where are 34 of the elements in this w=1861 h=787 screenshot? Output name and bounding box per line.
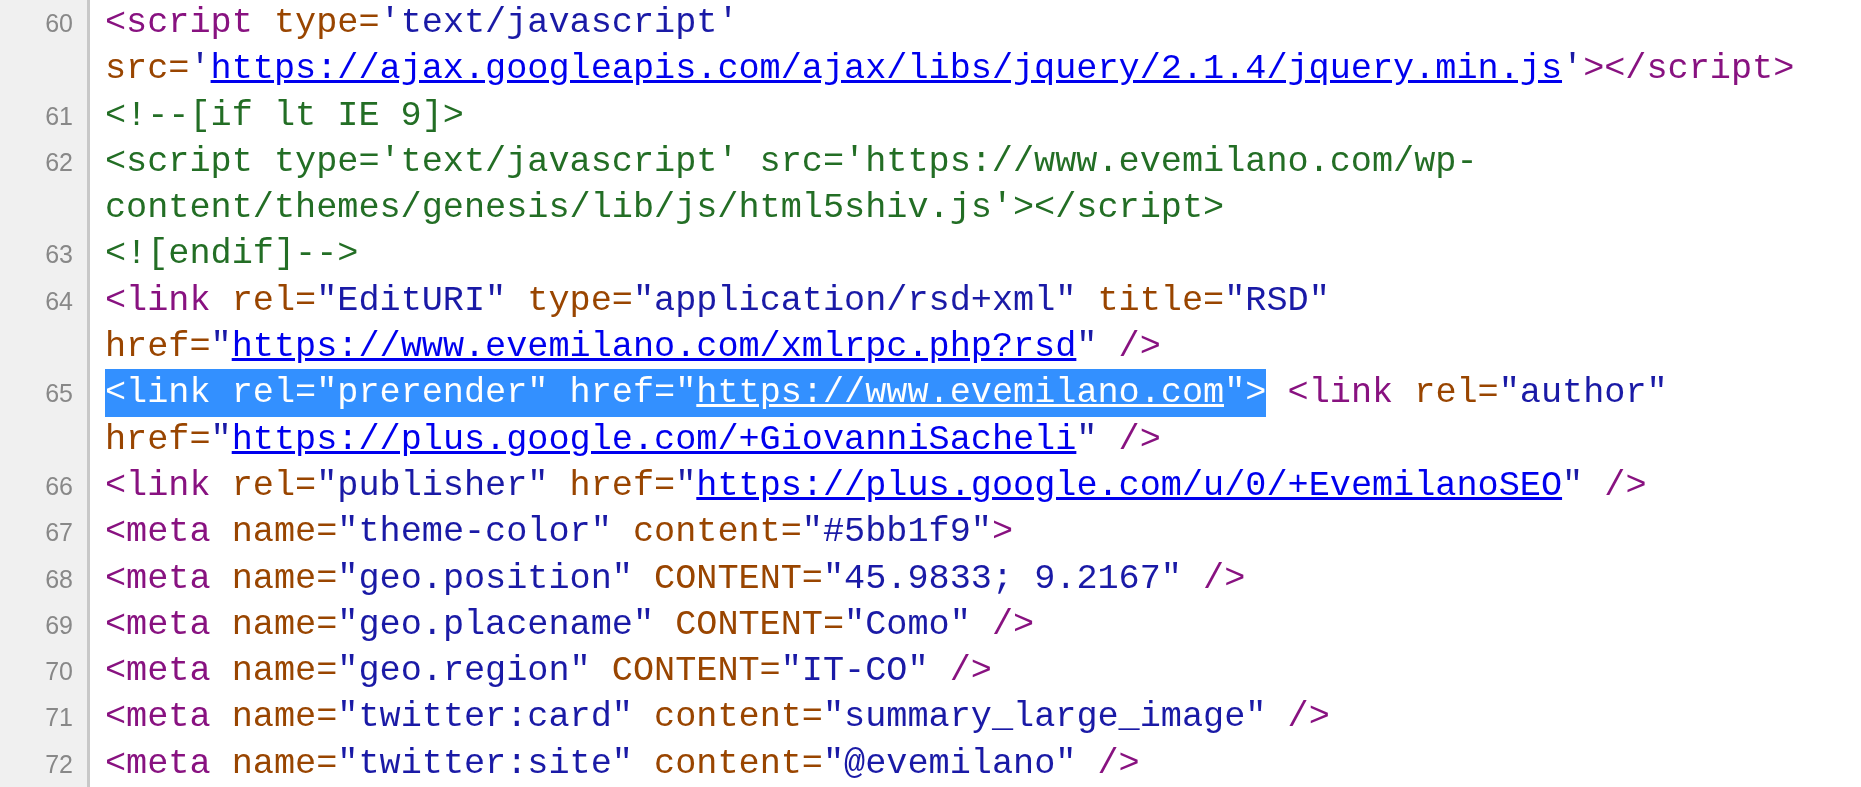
line-number: 71: [45, 702, 73, 734]
source-line: <link rel="prerender" href="https://www.evemilano.com"> <link rel="author": [105, 370, 1861, 417]
source-line: <![endif]-->: [105, 233, 360, 277]
source-line: href="https://plus.google.com/+GiovanniSacheli" />: [105, 418, 1162, 462]
line-number: 62: [45, 146, 73, 178]
line-number: 66: [45, 470, 73, 502]
source-line: <meta name="twitter:card" content="summary_large_image" />: [105, 696, 1331, 740]
line-number: 67: [45, 517, 73, 549]
line-number: 68: [45, 563, 73, 595]
source-line: <meta name="geo.position" CONTENT="45.9833; 9.2167" />: [105, 557, 1247, 601]
source-line: <link rel="EditURI" type="application/rsd+xml" title="RSD": [105, 279, 1331, 323]
source-line: <meta name="theme-color" content="#5bb1f9">: [105, 511, 1015, 555]
source-line: href="https://www.evemilano.com/xmlrpc.php?rsd" />: [105, 326, 1162, 370]
line-number: 63: [45, 239, 73, 271]
line-number: 72: [45, 748, 73, 780]
source-line: <!--[if lt IE 9]>: [105, 94, 465, 138]
line-number: 64: [45, 285, 73, 317]
source-link[interactable]: https://www.evemilano.com/xmlrpc.php?rsd: [231, 327, 1077, 368]
source-line: <link rel="publisher" href="https://plus.google.com/u/0/+EvemilanoSEO" />: [105, 464, 1648, 508]
source-link[interactable]: https://plus.google.com/u/0/+EvemilanoSEO: [696, 465, 1563, 506]
source-line: <script type='text/javascript' src='https://www.evemilano.com/wp-: [105, 140, 1479, 184]
line-number: 60: [45, 8, 73, 39]
source-line: <script type='text/javascript': [105, 2, 740, 45]
source-line: src='https://ajax.googleapis.com/ajax/libs/jquery/2.1.4/jquery.min.js'></script>: [105, 48, 1796, 92]
source-line: content/themes/genesis/lib/js/html5shiv.js'></script>: [105, 187, 1226, 231]
source-link[interactable]: https://plus.google.com/+GiovanniSacheli: [231, 419, 1077, 460]
source-line: <meta name="twitter:site" content="@evemilano" />: [105, 742, 1141, 786]
line-number: 61: [45, 100, 73, 132]
source-line: <meta name="geo.region" CONTENT="IT-CO" />: [105, 650, 993, 694]
source-link[interactable]: https://ajax.googleapis.com/ajax/libs/jquery/2.1.4/jquery.min.js: [210, 49, 1562, 90]
line-number: 69: [45, 609, 73, 641]
line-number: 70: [45, 656, 73, 688]
source-line: <meta name="geo.placename" CONTENT="Como" />: [105, 603, 1036, 647]
line-number: 65: [45, 378, 73, 410]
